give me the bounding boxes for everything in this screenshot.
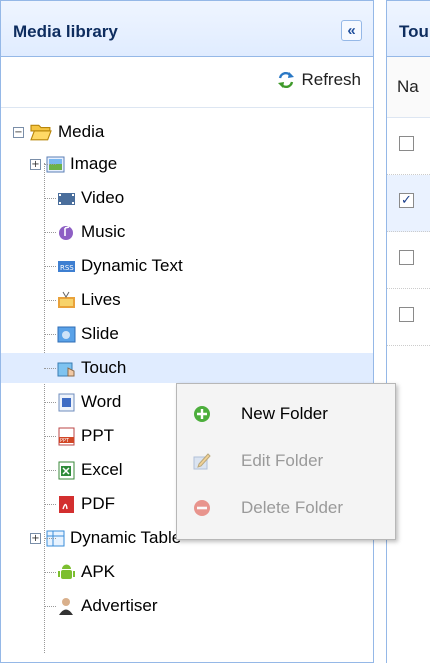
menu-label: New Folder [241,404,328,423]
tree-connector [44,572,56,573]
tree-label: Media [58,122,105,141]
tree-node-media[interactable]: − Media [13,117,104,147]
slide-icon [57,326,76,342]
column-header-name[interactable]: Na [387,57,430,118]
tree-node-dynamic-table[interactable]: + Dynamic Table [30,523,182,553]
touch-panel-header: Tou [387,1,430,57]
tree-label: Dynamic Text [81,256,183,275]
tv-icon [58,291,75,308]
row-checkbox[interactable] [399,136,414,151]
tree-node-advertiser[interactable]: Advertiser [45,591,158,621]
touch-icon [57,362,75,376]
folder-open-icon [30,124,52,141]
tree-connector [44,538,56,539]
menu-label: Edit Folder [241,451,324,470]
excel-icon [58,461,75,479]
panel-title: Media library [13,22,118,41]
tree-node-slide[interactable]: Slide [45,319,119,349]
ppt-icon: PPT [58,427,75,445]
tree-label: Image [70,154,118,173]
touch-panel: Tou Na ✓ [386,0,430,663]
edit-folder-menu-item[interactable]: Edit Folder [177,439,395,483]
tree-label: Lives [81,290,121,309]
add-icon [194,406,210,422]
context-menu: New Folder Edit Folder Delete Folder [176,383,396,540]
person-icon [59,597,73,615]
row-checkbox[interactable] [399,307,414,322]
tree-node-excel[interactable]: Excel [45,455,123,485]
delete-icon [194,500,210,516]
tree-connector [44,198,56,199]
row-checkbox[interactable]: ✓ [399,193,414,208]
menu-label: Delete Folder [241,498,344,517]
expand-toggle-icon[interactable]: + [30,158,41,170]
table-row[interactable] [387,232,430,289]
refresh-label: Refresh [301,70,361,89]
svg-text:PPT: PPT [60,438,70,444]
tree-label: Touch [81,358,127,377]
svg-text:RSS: RSS [60,264,74,272]
edit-icon [193,453,211,470]
delete-folder-menu-item[interactable]: Delete Folder [177,486,395,530]
tree-connector [44,402,56,403]
music-icon [59,225,73,240]
tree-connector [44,368,56,369]
collapse-toggle-icon[interactable]: − [13,126,24,138]
tree-label: Dynamic Table [70,528,182,547]
tree-label: PPT [81,426,115,445]
tree-connector [44,606,56,607]
tree-connector [44,334,56,335]
tree-node-touch[interactable]: Touch [1,353,373,383]
tree-label: Advertiser [81,596,158,615]
row-checkbox[interactable] [399,250,414,265]
tree-node-music[interactable]: Music [45,217,125,247]
tree-node-lives[interactable]: Lives [45,285,121,315]
android-icon [58,564,75,579]
tree-node-dynamic-text[interactable]: RSS Dynamic Text [45,251,183,281]
tree-label: Video [81,188,125,207]
tree-node-word[interactable]: Word [45,387,121,417]
table-row[interactable] [387,289,430,346]
collapse-button[interactable]: « [341,20,362,41]
tree-connector [44,300,56,301]
tree-connector [44,266,56,267]
tree-label: Word [81,392,122,411]
tree-label: APK [81,562,116,581]
table-row[interactable] [387,118,430,175]
expand-toggle-icon[interactable]: + [30,532,41,544]
panel-header: Media library « [1,1,373,57]
video-icon [58,192,75,205]
word-icon [58,393,75,411]
refresh-icon [278,71,295,89]
tree-connector [44,164,56,165]
tree-label: Music [81,222,126,241]
tree-connector [44,436,56,437]
tree-label: PDF [81,494,115,513]
table-row[interactable]: ✓ [387,175,430,232]
touch-panel-title: Tou [399,22,429,41]
tree-node-video[interactable]: Video [45,183,124,213]
new-folder-menu-item[interactable]: New Folder [177,392,395,436]
media-library-panel: Media library « Refresh − Media + Image Vi… [0,0,374,663]
toolbar: Refresh [1,57,373,108]
pdf-icon [59,495,74,513]
refresh-button[interactable]: Refresh [276,70,361,90]
tree-connector [44,470,56,471]
dynamic-text-icon: RSS [58,260,75,272]
tree-label: Slide [81,324,119,343]
tree-connector [44,232,56,233]
tree-connector [44,504,56,505]
tree-label: Excel [81,460,123,479]
